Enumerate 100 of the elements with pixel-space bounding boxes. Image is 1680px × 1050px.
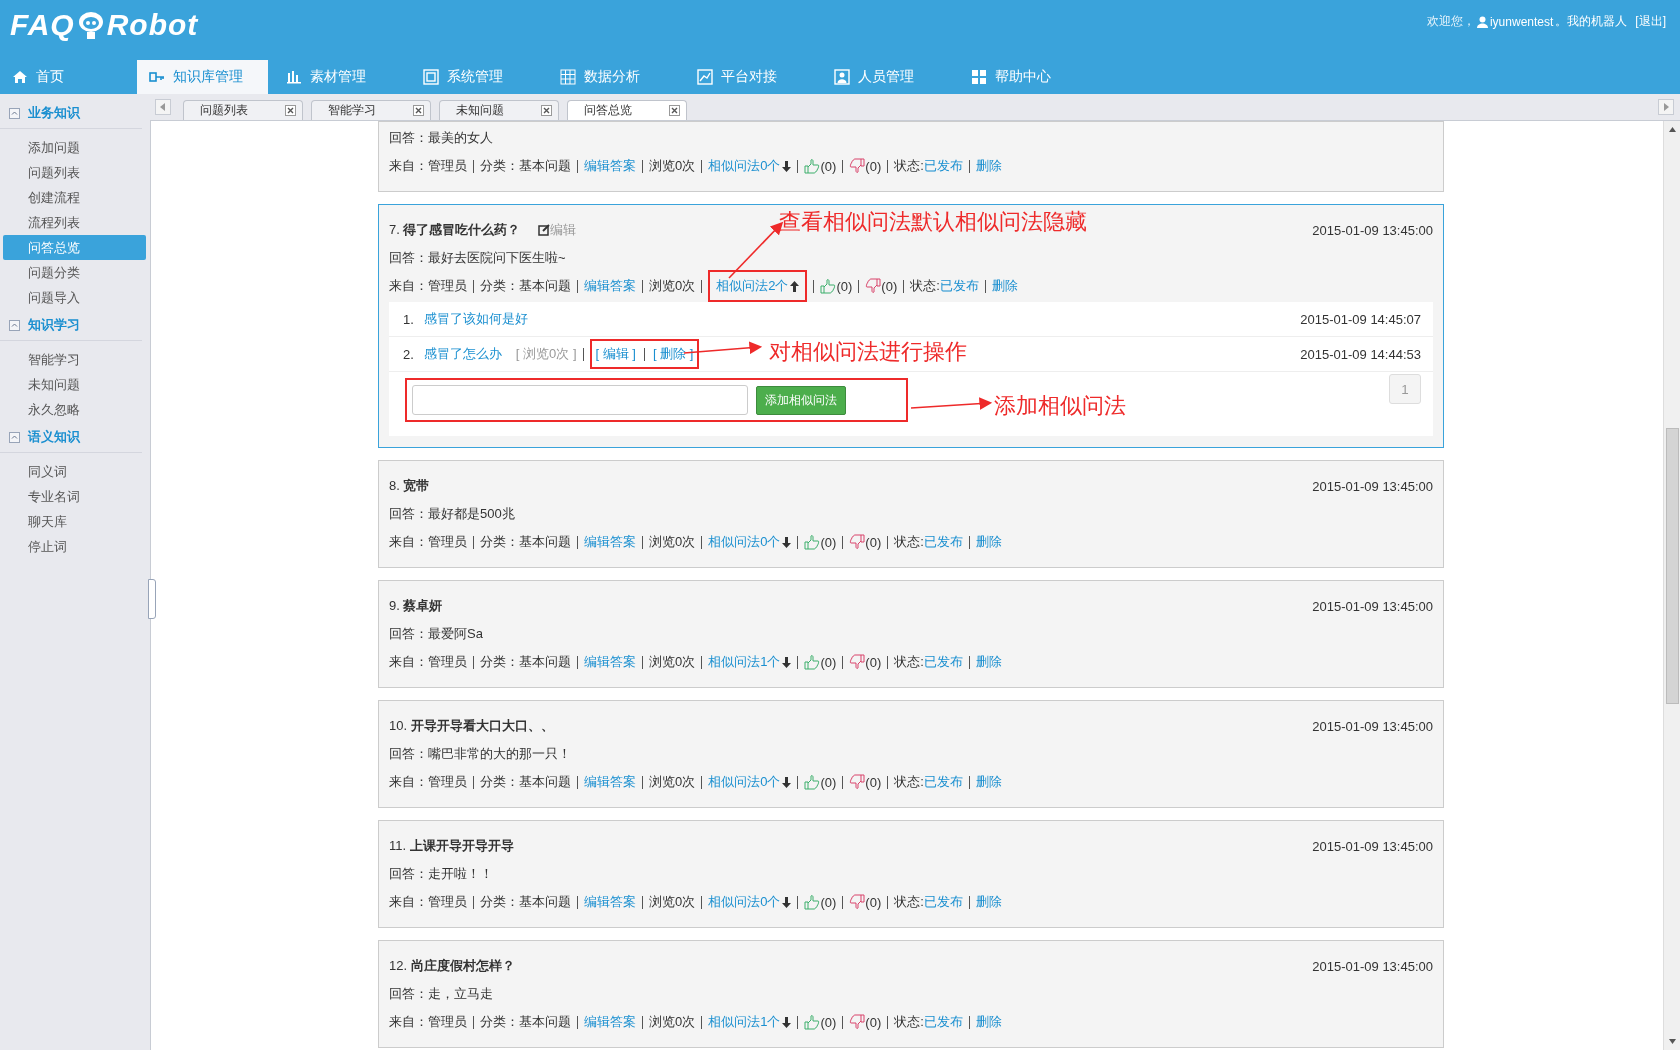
delete-link[interactable]: 删除 — [991, 277, 1018, 295]
thumbs-down-icon[interactable] — [849, 774, 866, 790]
thumbs-down-icon[interactable] — [849, 534, 866, 550]
arrow-left-icon[interactable] — [160, 103, 166, 111]
thumbs-up-icon[interactable] — [804, 894, 821, 910]
thumbs-down-icon[interactable] — [849, 158, 866, 174]
status-link[interactable]: 已发布 — [939, 277, 979, 295]
sidebar-group-title[interactable]: 知识学习 — [28, 316, 80, 334]
sidebar-group-title[interactable]: 语义知识 — [28, 428, 80, 446]
nav-tab[interactable]: 帮助中心 — [959, 60, 1096, 94]
page-tab[interactable]: 问题列表 — [183, 100, 303, 120]
arrow-down-icon[interactable] — [782, 536, 792, 548]
close-icon[interactable] — [413, 105, 424, 116]
thumbs-up-icon[interactable] — [804, 158, 821, 174]
add-similar-button[interactable]: 添加相似问法 — [756, 385, 846, 415]
arrow-down-icon[interactable] — [782, 776, 792, 788]
scroll-down-icon[interactable] — [1668, 1039, 1676, 1044]
arrow-down-icon[interactable] — [782, 896, 792, 908]
similar-questions-link[interactable]: 相似问法0个 — [708, 773, 781, 791]
similar-question-link[interactable]: 感冒了该如何是好 — [423, 310, 528, 328]
thumbs-up-icon[interactable] — [804, 654, 821, 670]
edit-answer-link[interactable]: 编辑答案 — [584, 893, 636, 911]
edit-icon[interactable] — [538, 224, 551, 236]
edit-answer-link[interactable]: 编辑答案 — [584, 277, 636, 295]
arrow-down-icon[interactable] — [782, 1016, 792, 1028]
collapse-icon[interactable] — [9, 107, 20, 119]
thumbs-down-icon[interactable] — [865, 278, 882, 294]
delete-link[interactable]: 删除 — [975, 533, 1002, 551]
sidebar-item[interactable]: 问题分类 — [3, 260, 146, 285]
similar-questions-link[interactable]: 相似问法1个 — [708, 653, 781, 671]
user-link[interactable]: iyunwentest — [1489, 14, 1554, 29]
edit-link[interactable]: [ 编辑 ] — [595, 345, 636, 363]
sidebar-item[interactable]: 停止词 — [3, 534, 146, 559]
collapse-handle[interactable] — [148, 579, 156, 619]
edit-answer-link[interactable]: 编辑答案 — [584, 1013, 636, 1031]
sidebar-item[interactable]: 添加问题 — [3, 135, 146, 160]
sidebar-item[interactable]: 问题列表 — [3, 160, 146, 185]
arrow-down-icon[interactable] — [782, 160, 792, 172]
nav-tab[interactable]: 数据分析 — [548, 60, 685, 94]
sidebar-group-title[interactable]: 业务知识 — [28, 104, 80, 122]
page-tab[interactable]: 问答总览 — [567, 100, 687, 120]
arrow-right-icon[interactable] — [1663, 103, 1669, 111]
similar-questions-link[interactable]: 相似问法0个 — [708, 157, 781, 175]
delete-link[interactable]: 删除 — [975, 773, 1002, 791]
similar-question-link[interactable]: 感冒了怎么办 — [423, 345, 502, 363]
logout-link[interactable]: [退出] — [1635, 13, 1666, 30]
thumbs-down-icon[interactable] — [849, 654, 866, 670]
thumbs-up-icon[interactable] — [804, 1014, 821, 1030]
similar-questions-link[interactable]: 相似问法0个 — [708, 533, 781, 551]
scrollbar-thumb[interactable] — [1665, 428, 1679, 704]
delete-link[interactable]: 删除 — [975, 157, 1002, 175]
sidebar-item[interactable]: 永久忽略 — [3, 397, 146, 422]
edit-answer-link[interactable]: 编辑答案 — [584, 653, 636, 671]
close-icon[interactable] — [541, 105, 552, 116]
status-link[interactable]: 已发布 — [923, 533, 963, 551]
status-link[interactable]: 已发布 — [923, 157, 963, 175]
delete-link[interactable]: 删除 — [975, 893, 1002, 911]
scroll-left-button[interactable] — [155, 99, 171, 115]
sidebar-item[interactable]: 问答总览 — [3, 235, 146, 260]
edit-answer-link[interactable]: 编辑答案 — [584, 773, 636, 791]
status-link[interactable]: 已发布 — [923, 893, 963, 911]
sidebar-item[interactable]: 专业名词 — [3, 484, 146, 509]
sidebar-item[interactable]: 未知问题 — [3, 372, 146, 397]
sidebar-item[interactable]: 聊天库 — [3, 509, 146, 534]
nav-tab[interactable]: 人员管理 — [822, 60, 959, 94]
page-button[interactable]: 1 — [1389, 374, 1421, 404]
sidebar-item[interactable]: 同义词 — [3, 459, 146, 484]
similar-questions-link[interactable]: 相似问法0个 — [708, 893, 781, 911]
my-robot-link[interactable]: 。我的机器人 — [1555, 13, 1628, 30]
thumbs-up-icon[interactable] — [804, 774, 821, 790]
sidebar-item[interactable]: 创建流程 — [3, 185, 146, 210]
delete-link[interactable]: 删除 — [975, 653, 1002, 671]
nav-tab[interactable]: 首页 — [0, 60, 137, 94]
close-icon[interactable] — [285, 105, 296, 116]
nav-tab[interactable]: 平台对接 — [685, 60, 822, 94]
edit-answer-link[interactable]: 编辑答案 — [584, 157, 636, 175]
scroll-up-icon[interactable] — [1668, 127, 1676, 132]
scrollbar[interactable] — [1663, 121, 1680, 1050]
scroll-right-button[interactable] — [1658, 99, 1674, 115]
page-tab[interactable]: 智能学习 — [311, 100, 431, 120]
edit-answer-link[interactable]: 编辑答案 — [584, 533, 636, 551]
close-icon[interactable] — [669, 105, 680, 116]
similar-questions-link[interactable]: 相似问法1个 — [708, 1013, 781, 1031]
sidebar-item[interactable]: 智能学习 — [3, 347, 146, 372]
collapse-icon[interactable] — [9, 431, 20, 443]
thumbs-up-icon[interactable] — [820, 278, 837, 294]
delete-link[interactable]: 删除 — [975, 1013, 1002, 1031]
collapse-icon[interactable] — [9, 319, 20, 331]
similar-question-input[interactable] — [412, 385, 748, 415]
nav-tab[interactable]: 知识库管理 — [137, 60, 268, 94]
status-link[interactable]: 已发布 — [923, 773, 963, 791]
status-link[interactable]: 已发布 — [923, 1013, 963, 1031]
nav-tab[interactable]: 素材管理 — [274, 60, 411, 94]
thumbs-down-icon[interactable] — [849, 1014, 866, 1030]
nav-tab[interactable]: 系统管理 — [411, 60, 548, 94]
thumbs-up-icon[interactable] — [804, 534, 821, 550]
arrow-down-icon[interactable] — [782, 656, 792, 668]
sidebar-item[interactable]: 流程列表 — [3, 210, 146, 235]
sidebar-item[interactable]: 问题导入 — [3, 285, 146, 310]
page-tab[interactable]: 未知问题 — [439, 100, 559, 120]
